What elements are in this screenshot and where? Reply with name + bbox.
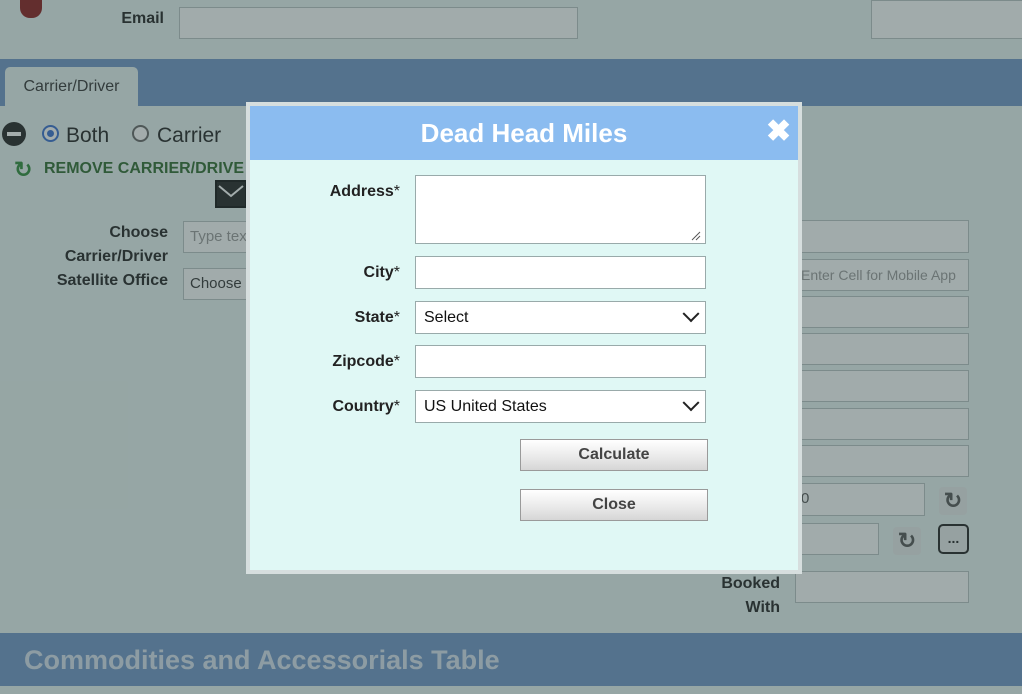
city-input[interactable] bbox=[415, 256, 706, 289]
required-mark: * bbox=[393, 309, 400, 326]
country-label: Country* bbox=[250, 398, 400, 416]
required-mark: * bbox=[393, 353, 400, 370]
resize-handle-icon[interactable] bbox=[691, 231, 701, 241]
dialog-header: Dead Head Miles ✖ bbox=[250, 106, 798, 160]
state-label-text: State bbox=[354, 309, 394, 326]
required-mark: * bbox=[393, 398, 400, 415]
calculate-button[interactable]: Calculate bbox=[520, 439, 708, 471]
country-select[interactable]: US United States bbox=[415, 390, 706, 423]
country-label-text: Country bbox=[332, 398, 394, 415]
required-mark: * bbox=[393, 183, 400, 200]
state-select-value: Select bbox=[424, 309, 469, 326]
state-select[interactable]: Select bbox=[415, 301, 706, 334]
city-label-text: City bbox=[363, 264, 394, 281]
required-mark: * bbox=[393, 264, 400, 281]
chevron-down-icon bbox=[682, 304, 700, 322]
dialog-title: Dead Head Miles bbox=[420, 117, 628, 148]
address-label-text: Address bbox=[329, 183, 394, 200]
zipcode-label: Zipcode* bbox=[250, 353, 400, 371]
close-icon[interactable]: ✖ bbox=[766, 117, 791, 147]
city-label: City* bbox=[250, 264, 400, 282]
address-textarea[interactable] bbox=[415, 175, 706, 244]
address-label: Address* bbox=[250, 183, 400, 201]
zipcode-label-text: Zipcode bbox=[332, 353, 394, 370]
dead-head-miles-dialog: Dead Head Miles ✖ Address* City* State* … bbox=[246, 102, 802, 574]
chevron-down-icon bbox=[682, 393, 700, 411]
close-button[interactable]: Close bbox=[520, 489, 708, 521]
state-label: State* bbox=[250, 309, 400, 327]
country-select-value: US United States bbox=[424, 398, 547, 415]
zipcode-input[interactable] bbox=[415, 345, 706, 378]
